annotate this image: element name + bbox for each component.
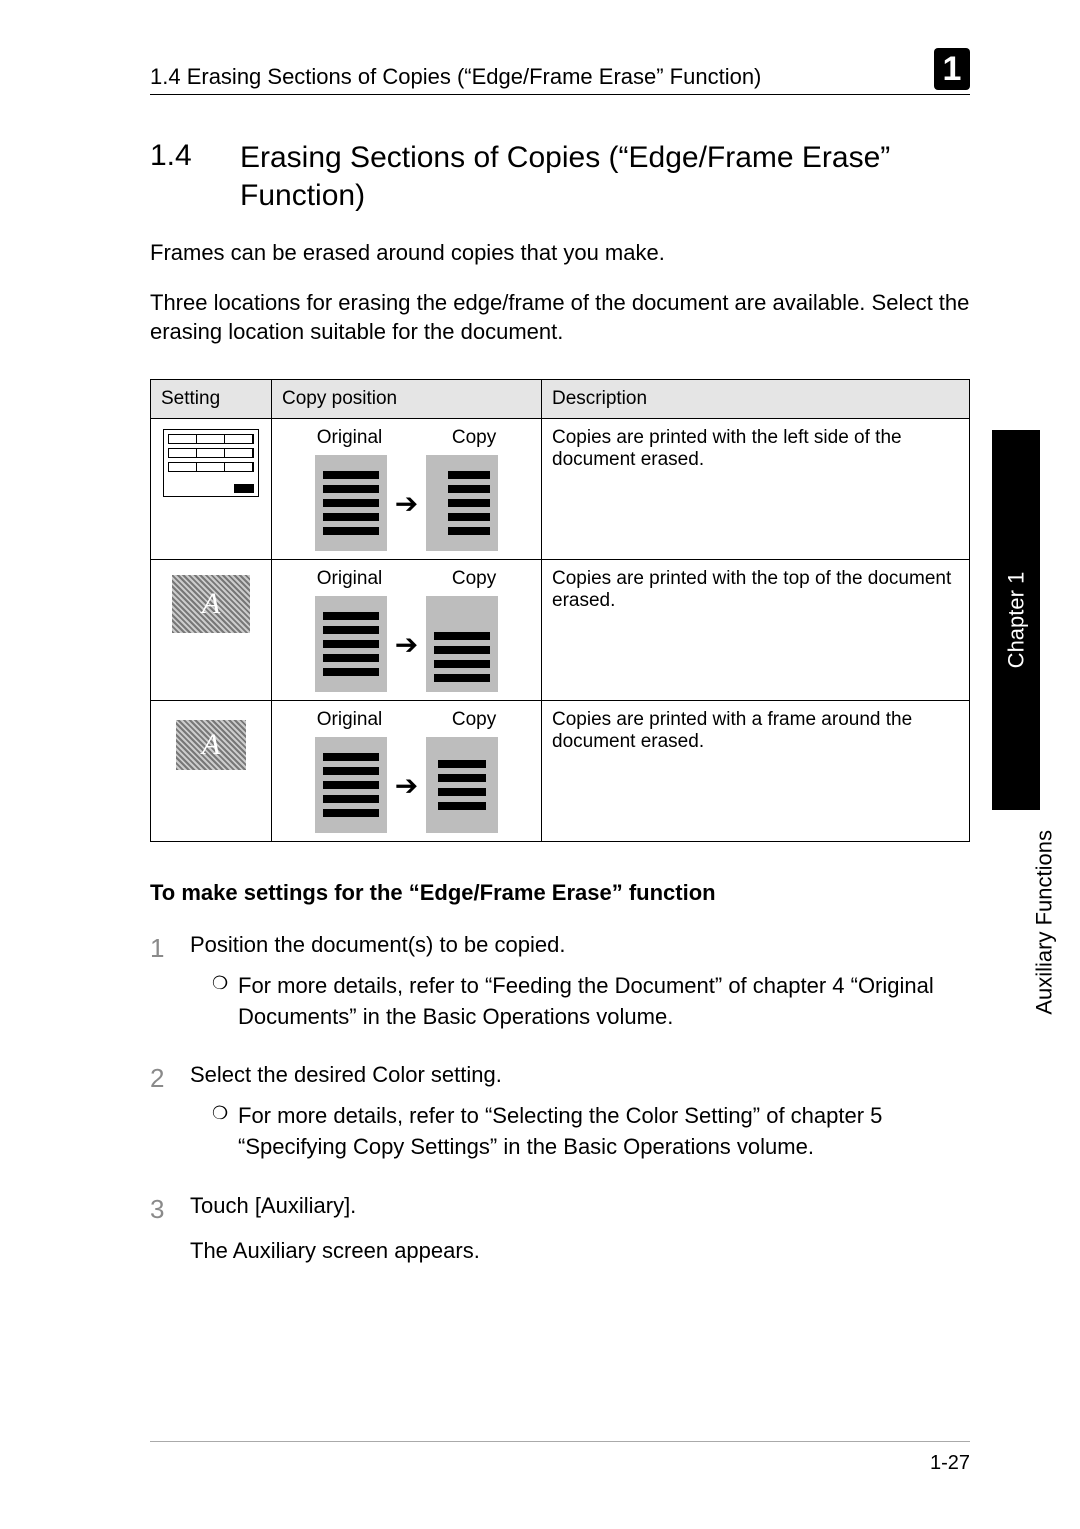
arrow-icon: ➔ [395, 628, 418, 661]
table-row: Original Copy ➔ Copies are printed with … [151, 419, 970, 560]
step-number: 3 [150, 1191, 190, 1267]
th-description: Description [542, 380, 970, 419]
step-item: 1 Position the document(s) to be copied.… [150, 930, 970, 1032]
th-setting: Setting [151, 380, 272, 419]
step-note: For more details, refer to “Selecting th… [238, 1101, 970, 1163]
label-original: Original [317, 568, 382, 590]
intro-paragraph-2: Three locations for erasing the edge/fra… [150, 288, 970, 347]
original-doc-icon [315, 737, 387, 833]
section-title-text: Erasing Sections of Copies (“Edge/Frame … [240, 139, 970, 214]
description-cell: Copies are printed with the left side of… [542, 419, 970, 560]
arrow-icon: ➔ [395, 769, 418, 802]
page-footer: 1-27 [150, 1441, 970, 1475]
step-text: Position the document(s) to be copied. [190, 930, 970, 961]
setting-thumb-top-erase-icon: A [161, 568, 261, 640]
setting-cell [151, 419, 272, 560]
chapter-side-tab: Chapter 1 [992, 430, 1040, 810]
intro-paragraph-1: Frames can be erased around copies that … [150, 238, 970, 268]
section-heading: 1.4 Erasing Sections of Copies (“Edge/Fr… [150, 139, 970, 214]
arrow-icon: ➔ [395, 487, 418, 520]
step-result: The Auxiliary screen appears. [190, 1236, 970, 1267]
label-copy: Copy [452, 709, 496, 731]
table-row: A Original Copy ➔ [151, 701, 970, 842]
procedure-steps: 1 Position the document(s) to be copied.… [150, 930, 970, 1266]
note-bullet-icon: ❍ [212, 1101, 238, 1163]
original-doc-icon [315, 596, 387, 692]
step-number: 2 [150, 1060, 190, 1162]
label-original: Original [317, 427, 382, 449]
setting-cell: A [151, 560, 272, 701]
step-item: 2 Select the desired Color setting. ❍ Fo… [150, 1060, 970, 1162]
copy-top-erased-icon [426, 596, 498, 692]
copy-position-cell: Original Copy ➔ [272, 701, 542, 842]
running-header: 1.4 Erasing Sections of Copies (“Edge/Fr… [150, 48, 970, 95]
manual-page: 1.4 Erasing Sections of Copies (“Edge/Fr… [0, 0, 1080, 1529]
label-original: Original [317, 709, 382, 731]
note-bullet-icon: ❍ [212, 971, 238, 1033]
copy-frame-erased-icon [426, 737, 498, 833]
copy-position-cell: Original Copy ➔ [272, 419, 542, 560]
original-doc-icon [315, 455, 387, 551]
copy-left-erased-icon [426, 455, 498, 551]
label-copy: Copy [452, 427, 496, 449]
running-title: 1.4 Erasing Sections of Copies (“Edge/Fr… [150, 64, 761, 90]
erase-settings-table: Setting Copy position Description [150, 379, 970, 842]
label-copy: Copy [452, 568, 496, 590]
step-text: Select the desired Color setting. [190, 1060, 970, 1091]
chapter-number-badge: 1 [934, 48, 970, 90]
description-cell: Copies are printed with the top of the d… [542, 560, 970, 701]
procedure-heading: To make settings for the “Edge/Frame Era… [150, 880, 970, 906]
page-number: 1-27 [930, 1452, 970, 1474]
step-note: For more details, refer to “Feeding the … [238, 971, 970, 1033]
copy-position-cell: Original Copy ➔ [272, 560, 542, 701]
setting-thumb-left-erase-icon [161, 427, 261, 499]
table-row: A Original Copy ➔ [151, 560, 970, 701]
step-item: 3 Touch [Auxiliary]. The Auxiliary scree… [150, 1191, 970, 1267]
setting-cell: A [151, 701, 272, 842]
description-cell: Copies are printed with a frame around t… [542, 701, 970, 842]
chapter-side-tab-label: Chapter 1 [1003, 572, 1029, 669]
step-text: Touch [Auxiliary]. [190, 1191, 970, 1222]
setting-thumb-frame-erase-icon: A [161, 709, 261, 781]
section-side-label: Auxiliary Functions [1032, 830, 1058, 1015]
th-copy-position: Copy position [272, 380, 542, 419]
section-number: 1.4 [150, 139, 240, 214]
step-number: 1 [150, 930, 190, 1032]
